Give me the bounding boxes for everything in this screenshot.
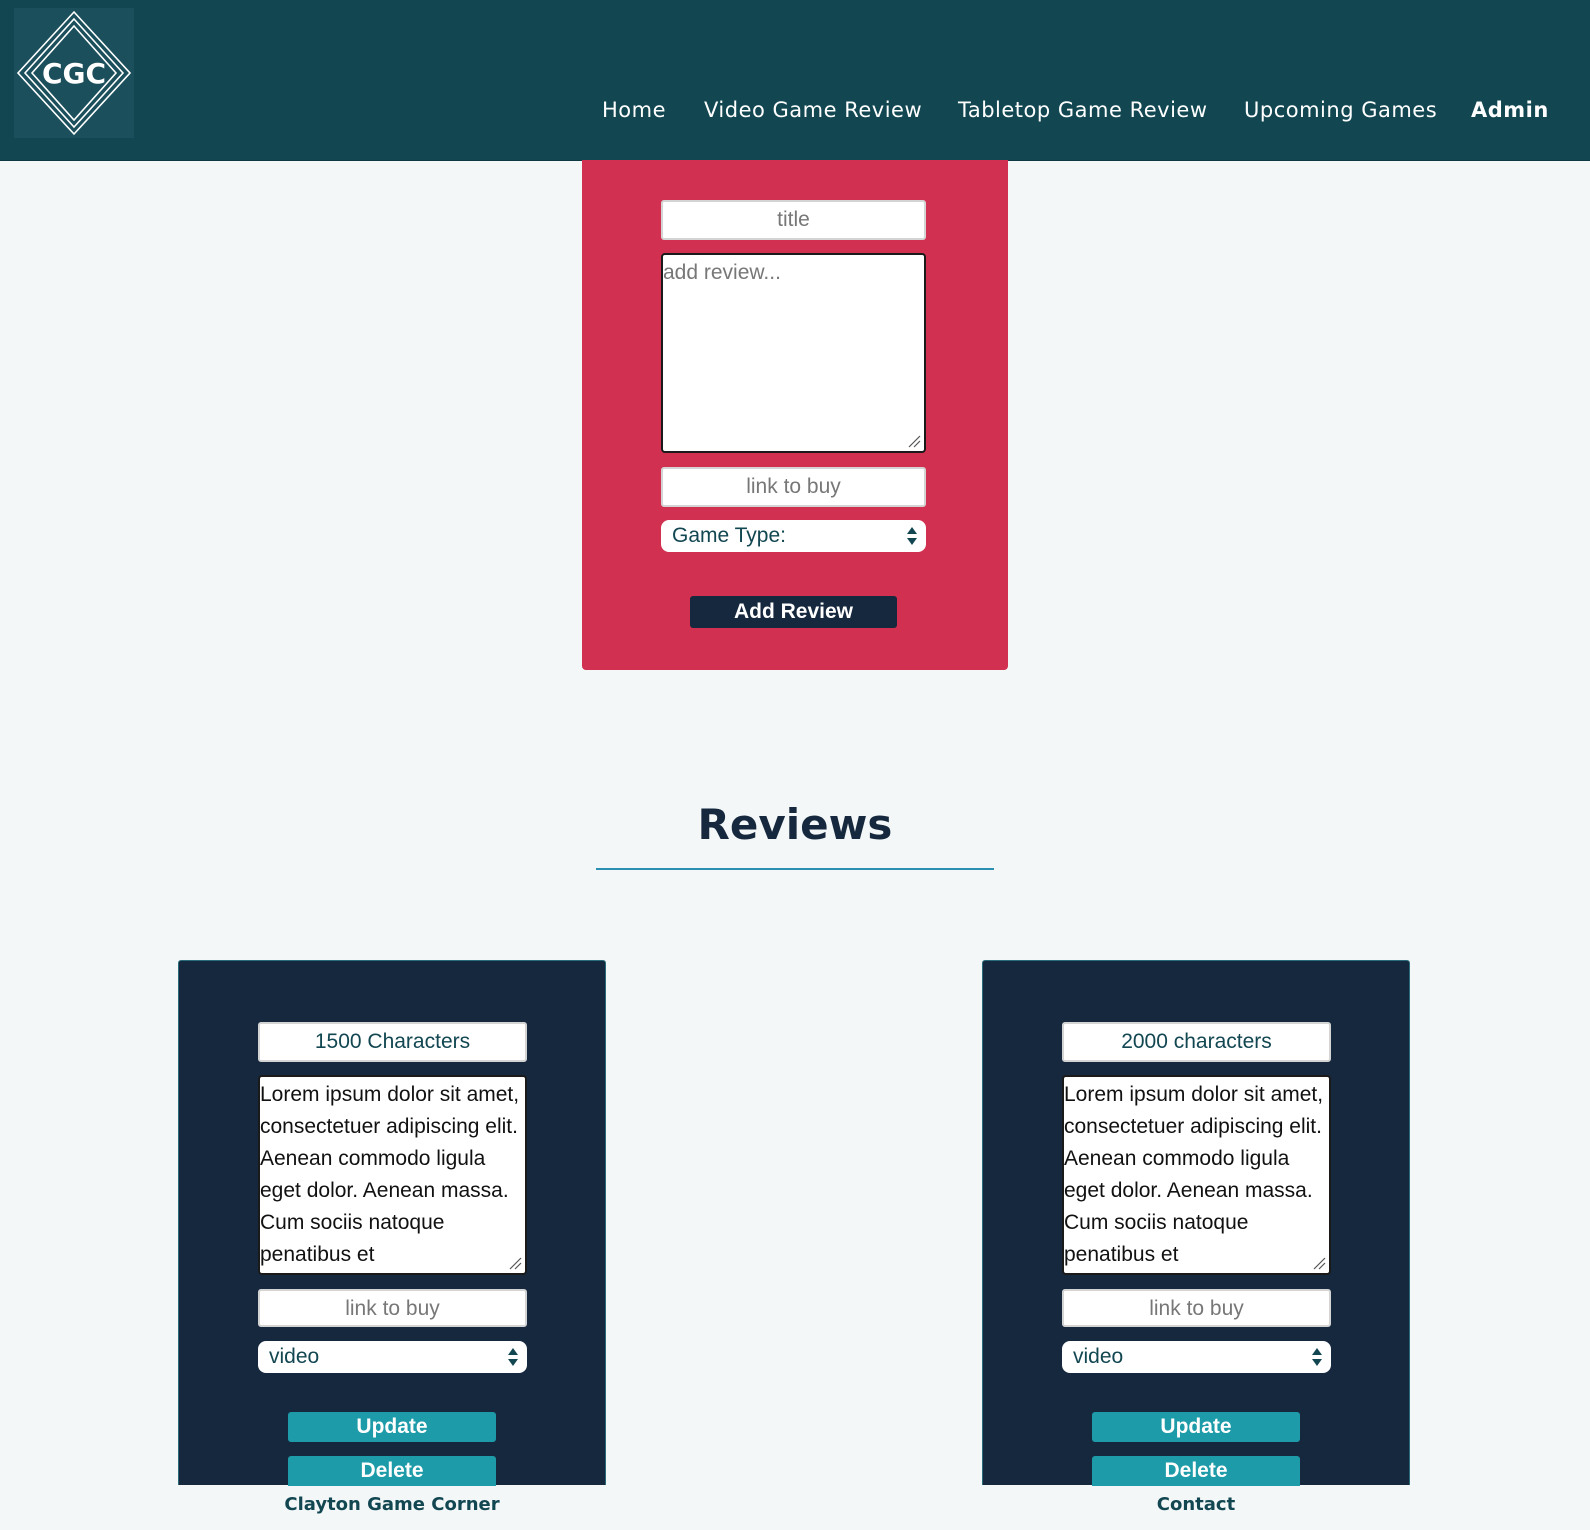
review-body-textarea[interactable]: Lorem ipsum dolor sit amet, consectetuer… bbox=[1062, 1075, 1331, 1275]
review-type-value: video bbox=[1073, 1345, 1124, 1368]
review-body-text: Lorem ipsum dolor sit amet, consectetuer… bbox=[1064, 1083, 1324, 1266]
review-link-input[interactable]: link to buy bbox=[1062, 1289, 1331, 1327]
title-input[interactable]: title bbox=[661, 200, 926, 240]
reviews-heading: Reviews bbox=[697, 800, 893, 849]
nav-home[interactable]: Home bbox=[602, 98, 666, 122]
nav-admin[interactable]: Admin bbox=[1471, 98, 1549, 122]
review-title-input[interactable]: 2000 characters bbox=[1062, 1022, 1331, 1062]
logo-text: CGC bbox=[42, 57, 106, 90]
select-arrows-icon bbox=[508, 1348, 518, 1366]
resize-grip-icon[interactable] bbox=[907, 434, 921, 448]
footer-brand-link[interactable]: Clayton Game Corner bbox=[178, 1494, 606, 1515]
delete-button[interactable]: Delete bbox=[1092, 1456, 1300, 1486]
footer-contact-link[interactable]: Contact bbox=[982, 1494, 1410, 1515]
review-card: 2000 characters Lorem ipsum dolor sit am… bbox=[982, 960, 1410, 1486]
site-header: CGC Home Video Game Review Tabletop Game… bbox=[0, 0, 1590, 161]
add-review-form: title add review... link to buy Game Typ… bbox=[582, 160, 1008, 670]
game-type-select[interactable]: Game Type: bbox=[661, 520, 926, 552]
review-body-text: Lorem ipsum dolor sit amet, consectetuer… bbox=[260, 1083, 520, 1266]
update-button[interactable]: Update bbox=[288, 1412, 496, 1442]
review-type-value: video bbox=[269, 1345, 320, 1368]
nav-video-game-review[interactable]: Video Game Review bbox=[704, 98, 922, 122]
review-card: 1500 Characters Lorem ipsum dolor sit am… bbox=[178, 960, 606, 1486]
link-input[interactable]: link to buy bbox=[661, 467, 926, 507]
add-review-button[interactable]: Add Review bbox=[690, 596, 897, 628]
delete-button[interactable]: Delete bbox=[288, 1456, 496, 1486]
main-nav: Home Video Game Review Tabletop Game Rev… bbox=[0, 98, 1590, 132]
review-body-textarea[interactable]: Lorem ipsum dolor sit amet, consectetuer… bbox=[258, 1075, 527, 1275]
review-type-select[interactable]: video bbox=[258, 1341, 527, 1373]
update-button[interactable]: Update bbox=[1092, 1412, 1300, 1442]
resize-grip-icon[interactable] bbox=[508, 1256, 522, 1270]
review-title-input[interactable]: 1500 Characters bbox=[258, 1022, 527, 1062]
review-placeholder: add review... bbox=[663, 261, 781, 284]
review-link-input[interactable]: link to buy bbox=[258, 1289, 527, 1327]
review-textarea[interactable]: add review... bbox=[661, 253, 926, 453]
game-type-value: Game Type: bbox=[672, 524, 787, 547]
resize-grip-icon[interactable] bbox=[1312, 1256, 1326, 1270]
nav-upcoming-games[interactable]: Upcoming Games bbox=[1244, 98, 1437, 122]
nav-tabletop-game-review[interactable]: Tabletop Game Review bbox=[958, 98, 1208, 122]
select-arrows-icon bbox=[907, 527, 917, 545]
review-type-select[interactable]: video bbox=[1062, 1341, 1331, 1373]
select-arrows-icon bbox=[1312, 1348, 1322, 1366]
reviews-divider bbox=[596, 868, 994, 870]
